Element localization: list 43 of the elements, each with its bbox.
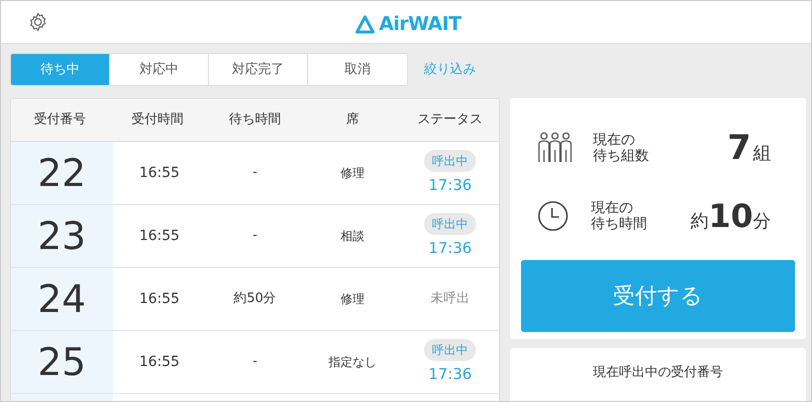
table-cell-text: -	[252, 164, 258, 182]
reception-number: 24	[38, 276, 86, 322]
table-cell-text: 指定なし	[328, 354, 377, 371]
reception-number: 23	[38, 212, 86, 260]
table-cell-text: 16:55	[139, 164, 180, 182]
column-header: ステータス	[416, 111, 484, 130]
table-cell-text: 修理	[340, 291, 365, 308]
call-time: 17:36	[428, 238, 472, 259]
logo-text: AirWAIT	[379, 12, 462, 37]
table-cell-text: 16:55	[139, 352, 180, 372]
unit-text: 分	[753, 210, 771, 234]
column-header: 待ち時間	[228, 111, 282, 130]
table-cell-text: -	[252, 227, 258, 246]
calling-badge: 呼出中	[424, 212, 476, 235]
settings-icon[interactable]	[28, 12, 48, 32]
reception-number: 25	[38, 338, 86, 386]
table-cell-text: 修理	[340, 165, 365, 182]
card-title: 現在呼出中の受付番号	[593, 364, 723, 382]
table-cell-text: 16:55	[139, 226, 180, 246]
reception-number: 22	[38, 150, 86, 196]
logo-icon	[355, 14, 375, 34]
column-header: 受付時間	[130, 111, 184, 130]
table-cell-text: 相談	[340, 228, 365, 245]
summary-label: 待ち組数	[593, 148, 650, 164]
call-time: 17:36	[428, 364, 472, 385]
status-text: 未呼出	[430, 290, 470, 308]
group-count: 7	[727, 126, 751, 170]
people-icon	[537, 132, 573, 164]
clock-icon	[537, 200, 569, 232]
call-time: 17:36	[428, 174, 472, 196]
summary-label: 待ち時間	[591, 216, 648, 232]
table-cell-text: 約50分	[234, 290, 276, 308]
table-cell-text: -	[252, 353, 258, 372]
wait-time: 10	[708, 196, 753, 237]
prefix-text: 約	[690, 210, 708, 234]
calling-badge: 呼出中	[424, 150, 476, 172]
column-header: 席	[345, 111, 360, 130]
summary-label: 現在の	[593, 132, 636, 148]
unit-text: 組	[753, 142, 771, 166]
table-cell-text: 16:55	[139, 290, 180, 308]
calling-badge: 呼出中	[424, 338, 476, 361]
summary-label: 現在の	[591, 200, 634, 216]
column-header: 受付番号	[32, 111, 87, 130]
